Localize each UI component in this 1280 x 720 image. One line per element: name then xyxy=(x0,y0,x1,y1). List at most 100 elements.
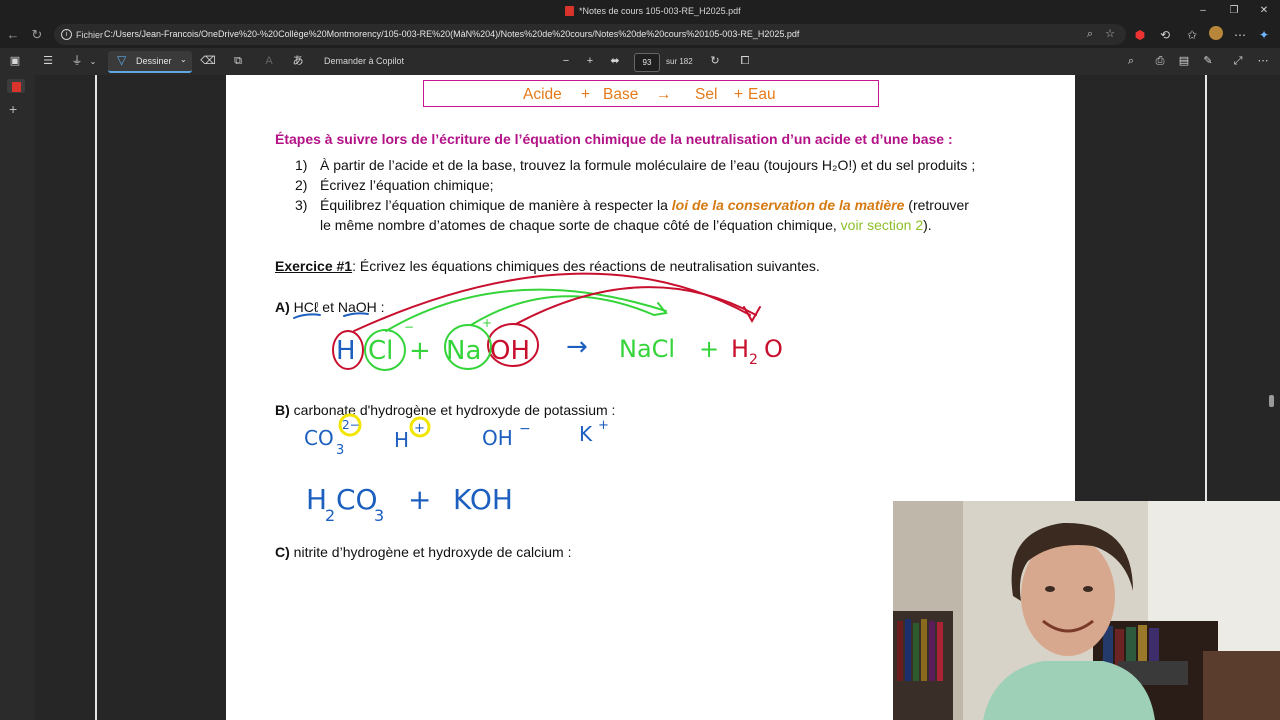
extensions-puzzle-icon[interactable]: ⟲ xyxy=(1156,26,1174,44)
sidebar-toggle-icon[interactable]: ▣ xyxy=(7,53,23,70)
print-icon[interactable]: ⎙ xyxy=(1152,53,1168,70)
ink-b-oh-charge: − xyxy=(519,421,531,437)
box-plus-2: + xyxy=(734,86,744,103)
chevron-down-icon: ⌄ xyxy=(180,55,187,64)
ink-a-minus-charge: − xyxy=(404,320,414,334)
restore-button[interactable]: ❐ xyxy=(1222,3,1246,19)
minimize-button[interactable]: – xyxy=(1191,3,1215,19)
part-b-text: carbonate d'hydrogène et hydroxyde de po… xyxy=(289,402,616,418)
step-3-line-1: Équilibrez l’équation chimique de manièr… xyxy=(320,197,969,213)
add-text-icon[interactable]: ⧉ xyxy=(230,53,246,70)
highlight-icon[interactable]: ⏚ xyxy=(69,53,85,70)
rotate-icon[interactable]: ↻ xyxy=(707,53,723,70)
favorites-icon[interactable]: ✩ xyxy=(1183,26,1201,44)
refresh-icon[interactable]: ↻ xyxy=(29,27,45,43)
step-3-emphasis: loi de la conservation de la matière xyxy=(671,197,905,213)
copilot-ask-button[interactable]: Demander à Copilot xyxy=(324,53,404,70)
ink-b-eq-plus: + xyxy=(408,483,431,516)
ink-circle-co3-charge xyxy=(338,413,362,437)
ink-arrowhead-h2o xyxy=(743,306,761,324)
url-text[interactable]: C:/Users/Jean-Francois/OneDrive%20-%20Co… xyxy=(104,29,799,39)
step-3-text-before: Équilibrez l’équation chimique de manièr… xyxy=(320,197,672,213)
back-icon[interactable]: ← xyxy=(5,27,21,43)
more-menu-icon[interactable]: ⋯ xyxy=(1231,26,1249,44)
text-format-icon: A xyxy=(265,55,273,67)
address-row: ← ↻ i Fichier C:/Users/Jean-Francois/One… xyxy=(0,22,1280,48)
highlight-dropdown-icon[interactable]: ⌄ xyxy=(88,53,98,70)
ink-b-h: H xyxy=(394,428,409,452)
fit-page-icon[interactable]: ⬌ xyxy=(607,53,623,70)
ink-a-plus-charge: + xyxy=(482,316,492,330)
favorite-star-icon[interactable]: ☆ xyxy=(1103,27,1117,41)
step-3-line2-after: ). xyxy=(923,217,932,233)
draw-button[interactable]: ▽ Dessiner ⌄ xyxy=(108,51,192,73)
ink-circle-cl xyxy=(364,329,406,371)
scheme-label: Fichier xyxy=(76,29,104,40)
window-title-text: *Notes de cours 105-003-RE_H2025.pdf xyxy=(579,6,741,16)
ink-b-k-charge: + xyxy=(598,418,609,433)
ink-b-co: CO xyxy=(304,426,334,450)
box-arrow: → xyxy=(656,86,672,103)
presenter-video-frame xyxy=(893,501,1280,720)
ink-a-h: H xyxy=(336,336,356,366)
pdf-tab-icon[interactable] xyxy=(7,79,25,93)
fullscreen-icon[interactable]: ⤢ xyxy=(1230,53,1246,70)
ink-b-k: K xyxy=(579,422,593,446)
save-as-icon[interactable]: ✎ xyxy=(1200,53,1216,70)
ink-circle-h-charge xyxy=(409,416,431,438)
ink-circle-h xyxy=(332,330,364,370)
box-acid: Acide xyxy=(523,86,562,103)
close-button[interactable]: ✕ xyxy=(1252,3,1276,19)
neutralisation-summary-box: Acide + Base → Sel + Eau xyxy=(423,80,879,107)
step-2-number: 2) xyxy=(295,177,308,193)
profile-avatar[interactable] xyxy=(1207,26,1225,44)
exercise-title: Exercice #1 xyxy=(275,258,353,274)
zoom-out-button[interactable]: − xyxy=(560,53,572,70)
section-link[interactable]: voir section 2 xyxy=(841,217,923,233)
page-view-icon[interactable]: ⧠ xyxy=(737,53,753,70)
part-b-label: B) xyxy=(275,402,290,418)
more-options-icon[interactable]: ⋯ xyxy=(1255,53,1271,70)
step-1-number: 1) xyxy=(295,157,308,173)
part-a-base: NaOH xyxy=(337,299,377,315)
ink-a-h2o-h: H xyxy=(731,335,749,363)
part-c-label: C) xyxy=(275,544,290,560)
ink-arc-cl-to-nacl xyxy=(385,288,667,332)
part-a-colon: : xyxy=(376,299,385,315)
search-icon[interactable]: ⌕ xyxy=(1123,53,1139,70)
contents-icon[interactable]: ☰ xyxy=(40,53,56,70)
ink-b-eq-koh: KOH xyxy=(453,483,513,516)
extension-icon[interactable]: ⬢ xyxy=(1131,26,1149,44)
ink-circle-oh xyxy=(487,323,539,367)
part-a-et: et xyxy=(318,299,338,315)
box-water: Eau xyxy=(748,86,776,103)
step-3-line2-before: le même nombre d’atomes de chaque sorte … xyxy=(320,217,841,233)
address-bar[interactable]: i Fichier C:/Users/Jean-Francois/OneDriv… xyxy=(54,24,1126,45)
ink-a-oh: OH xyxy=(490,336,530,366)
page-number-input[interactable]: 93 xyxy=(634,53,660,72)
pdf-file-icon xyxy=(565,6,574,16)
step-3-line-2: le même nombre d’atomes de chaque sorte … xyxy=(320,217,932,233)
copilot-icon[interactable]: ✦ xyxy=(1255,26,1273,44)
box-salt: Sel xyxy=(695,86,718,103)
title-bar: *Notes de cours 105-003-RE_H2025.pdf – ❐… xyxy=(0,0,1280,22)
zoom-icon[interactable]: ⌕ xyxy=(1083,27,1097,41)
exercise-line: Exercice #1: Écrivez les équations chimi… xyxy=(275,258,820,274)
site-info[interactable]: i Fichier xyxy=(61,29,103,40)
page-edge-left xyxy=(95,75,97,720)
info-icon: i xyxy=(61,29,72,40)
part-c-line: C) nitrite d’hydrogène et hydroxyde de c… xyxy=(275,544,572,560)
ink-a-plus-2: + xyxy=(699,335,719,363)
zoom-in-button[interactable]: + xyxy=(584,53,596,70)
box-plus-1: + xyxy=(581,86,591,103)
draw-pen-icon: ▽ xyxy=(117,53,127,67)
ink-arc-na-to-nacl xyxy=(470,295,655,326)
read-aloud-icon[interactable]: あ xyxy=(290,53,306,70)
eraser-icon[interactable]: ⌫ xyxy=(200,53,216,70)
save-icon[interactable]: ▤ xyxy=(1176,53,1192,70)
step-3-text-after: (retrouver xyxy=(904,197,969,213)
exercise-instructions: : Écrivez les équations chimiques des ré… xyxy=(352,258,820,274)
scrollbar-thumb[interactable] xyxy=(1269,395,1274,407)
ink-a-nacl: NaCl xyxy=(619,335,675,363)
new-tab-icon[interactable]: + xyxy=(9,101,17,117)
